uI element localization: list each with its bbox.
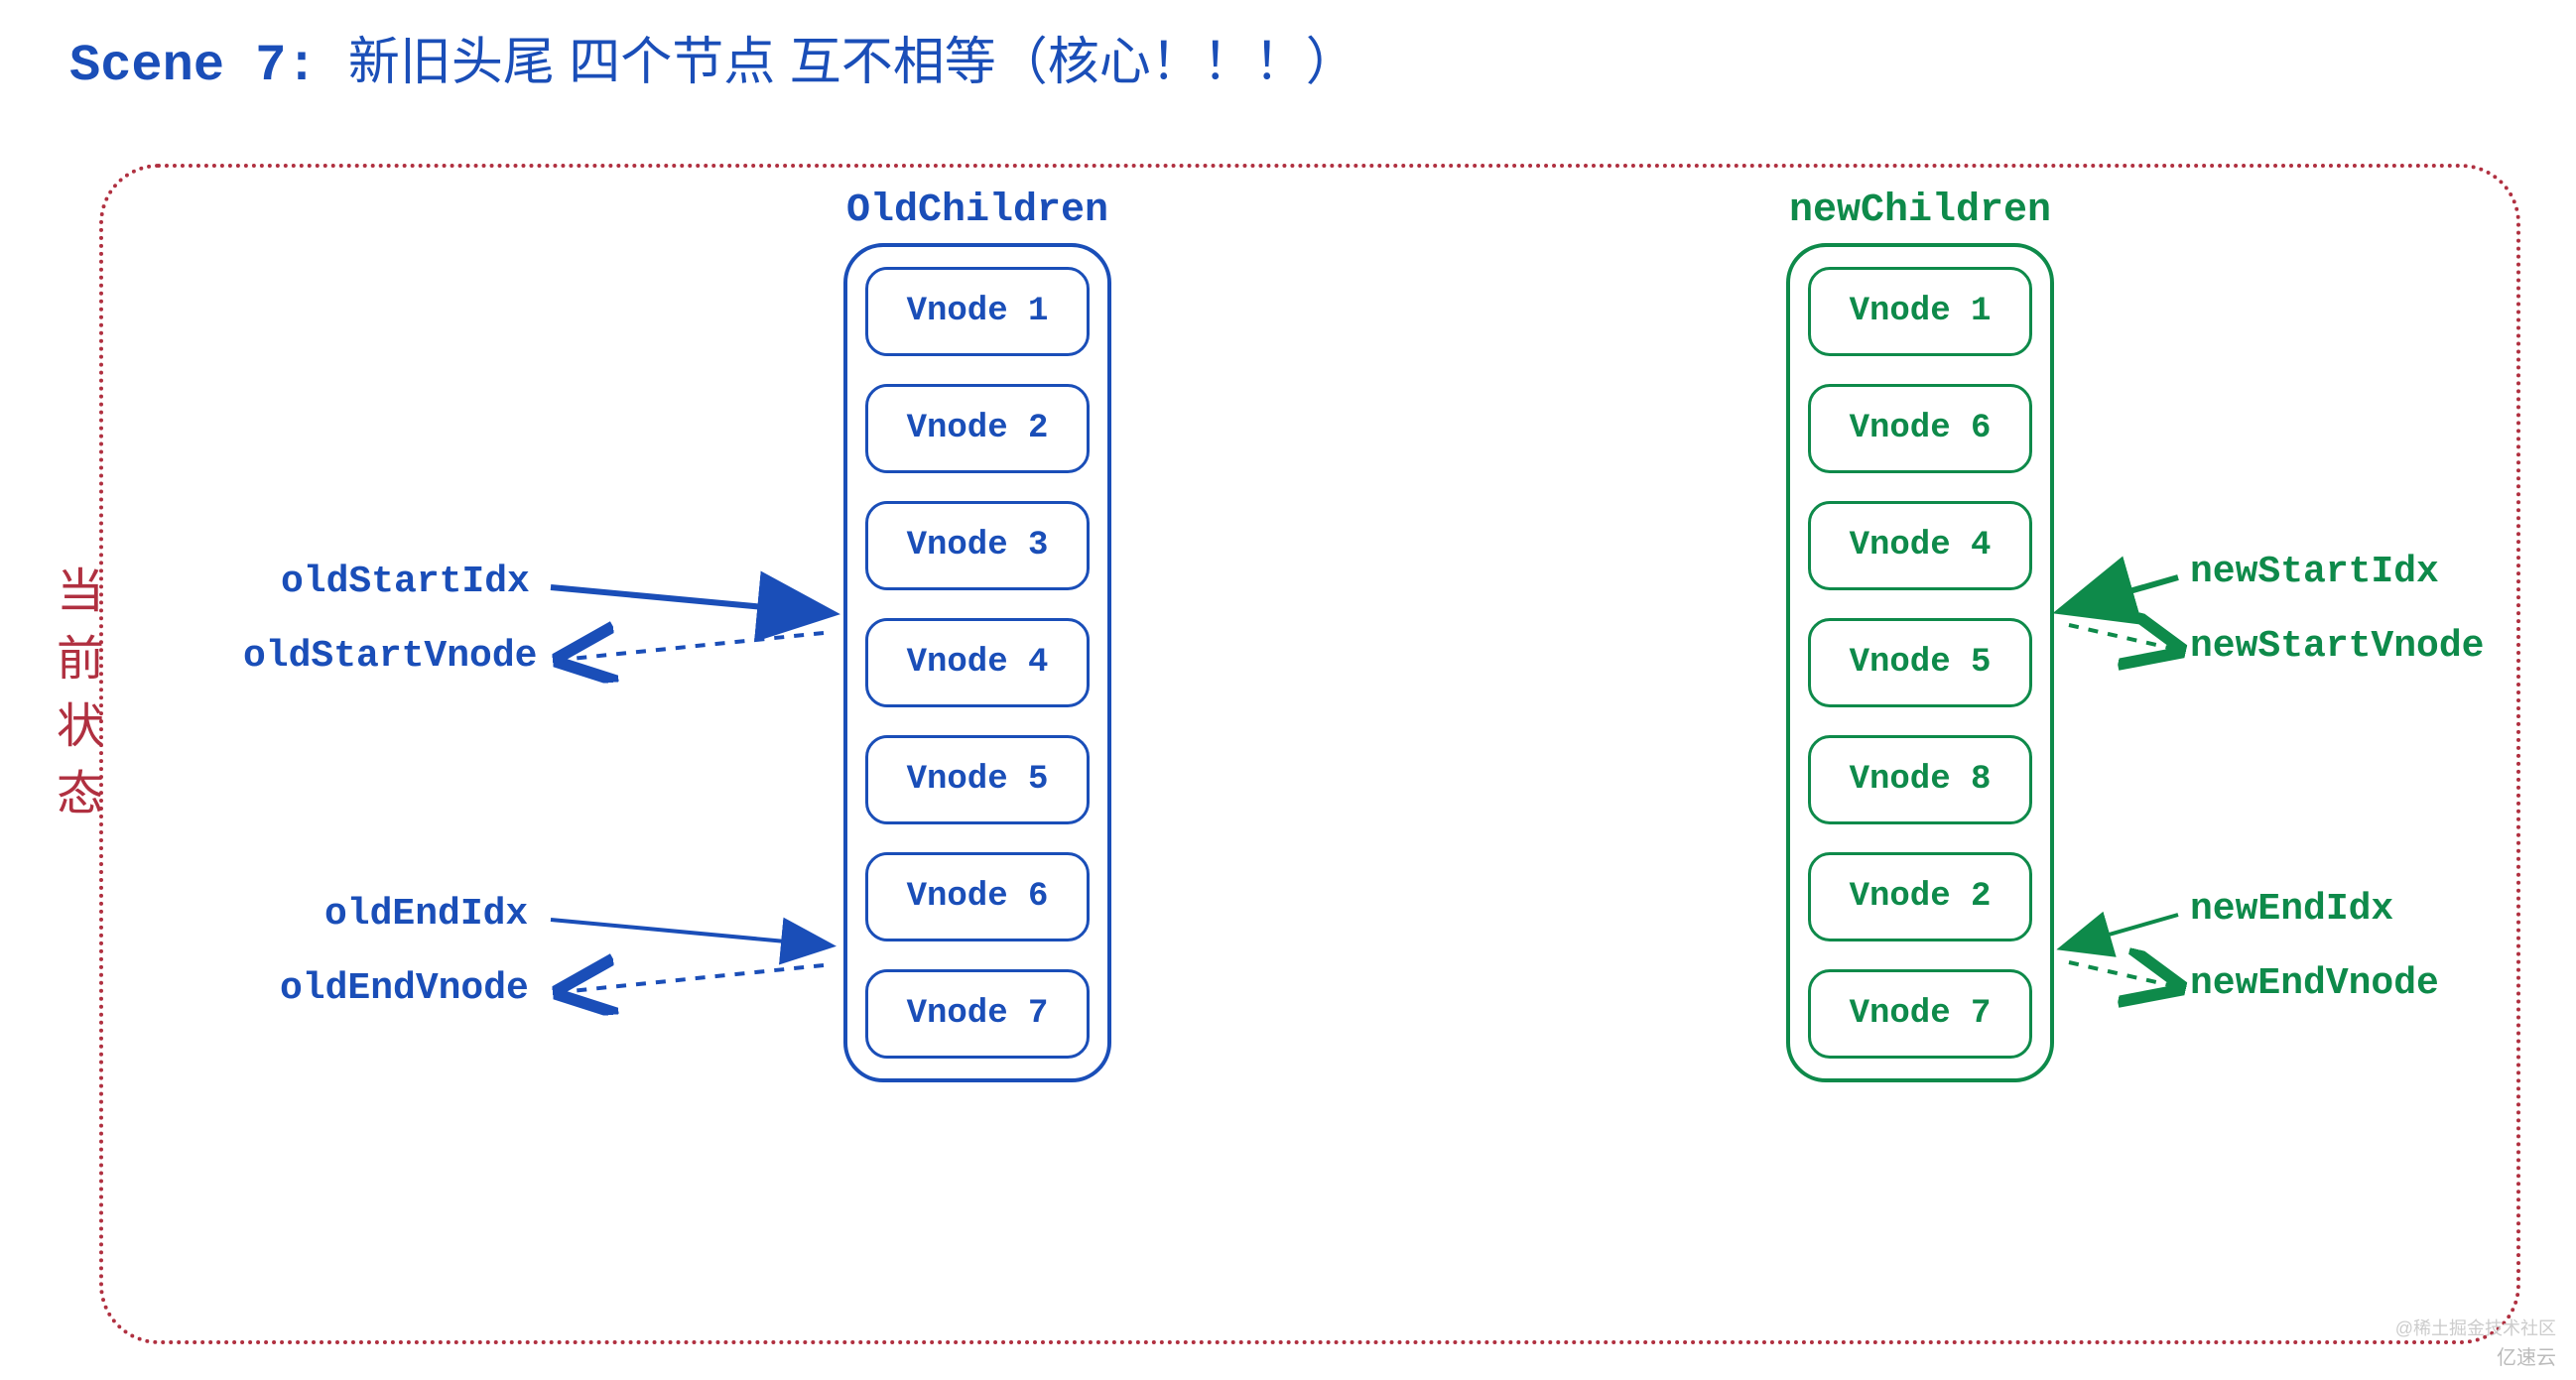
state-container	[99, 164, 2520, 1344]
title-chinese: 新旧头尾 四个节点 互不相等（核心！！！）	[348, 34, 1357, 91]
old-children-column: OldChildren Vnode 1 Vnode 2 Vnode 3 Vnod…	[843, 188, 1111, 1082]
new-node: Vnode 5	[1808, 618, 2032, 707]
old-node: Vnode 3	[865, 501, 1090, 590]
old-node: Vnode 6	[865, 852, 1090, 941]
watermark-bottom: 亿速云	[2497, 1341, 2556, 1370]
title-prefix: Scene 7:	[69, 37, 318, 95]
old-end-vnode-label: oldEndVnode	[280, 967, 529, 1010]
old-start-idx-label: oldStartIdx	[281, 561, 530, 603]
new-start-vnode-label: newStartVnode	[2190, 625, 2484, 668]
watermark-top: @稀土掘金技术社区	[2395, 1315, 2556, 1340]
new-node: Vnode 2	[1808, 852, 2032, 941]
old-children-list: Vnode 1 Vnode 2 Vnode 3 Vnode 4 Vnode 5 …	[843, 243, 1111, 1082]
old-node: Vnode 7	[865, 969, 1090, 1059]
state-vertical-label: 当前状态	[40, 565, 109, 835]
old-node: Vnode 1	[865, 267, 1090, 356]
new-children-list: Vnode 1 Vnode 6 Vnode 4 Vnode 5 Vnode 8 …	[1786, 243, 2054, 1082]
new-start-arrows	[2059, 556, 2188, 665]
new-node: Vnode 7	[1808, 969, 2032, 1059]
old-node: Vnode 4	[865, 618, 1090, 707]
new-start-idx-label: newStartIdx	[2190, 551, 2439, 593]
old-end-idx-label: oldEndIdx	[324, 893, 528, 936]
new-node: Vnode 4	[1808, 501, 2032, 590]
old-node: Vnode 2	[865, 384, 1090, 473]
new-end-idx-label: newEndIdx	[2190, 888, 2393, 931]
old-start-arrows	[551, 565, 838, 675]
new-children-column: newChildren Vnode 1 Vnode 6 Vnode 4 Vnod…	[1786, 188, 2054, 1082]
old-node: Vnode 5	[865, 735, 1090, 824]
old-start-vnode-label: oldStartVnode	[243, 635, 537, 678]
new-end-arrows	[2059, 893, 2188, 1002]
new-node: Vnode 6	[1808, 384, 2032, 473]
new-end-vnode-label: newEndVnode	[2190, 962, 2439, 1005]
new-children-title: newChildren	[1786, 188, 2054, 233]
old-end-arrows	[551, 898, 838, 1007]
old-children-title: OldChildren	[843, 188, 1111, 233]
scene-title: Scene 7: 新旧头尾 四个节点 互不相等（核心！！！）	[69, 20, 1357, 95]
new-node: Vnode 8	[1808, 735, 2032, 824]
new-node: Vnode 1	[1808, 267, 2032, 356]
